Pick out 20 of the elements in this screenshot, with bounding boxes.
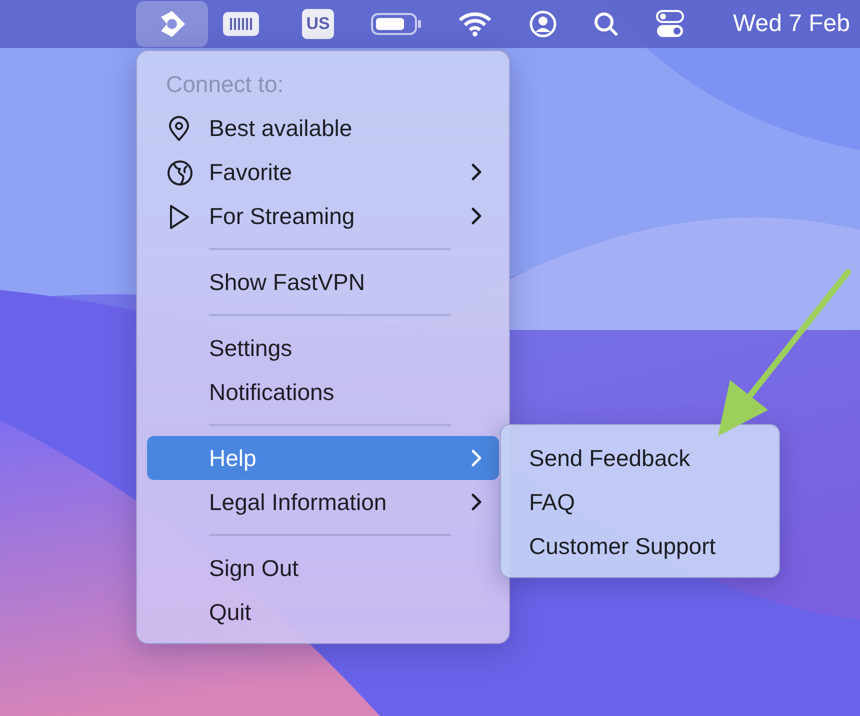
menu-item[interactable]: Quit <box>147 590 499 634</box>
globe-icon <box>167 160 193 186</box>
menu-header: Connect to: <box>165 70 285 98</box>
play-icon <box>167 204 191 230</box>
clock[interactable]: Wed 7 Feb <box>733 10 850 38</box>
menu-item[interactable]: Show FastVPN <box>147 260 499 304</box>
submenu-item[interactable]: FAQ <box>511 480 769 524</box>
menu-item[interactable]: Settings <box>147 326 499 370</box>
submenu-item[interactable]: Send Feedback <box>511 436 769 480</box>
menu-item[interactable]: Legal Information <box>147 480 499 524</box>
menu-item[interactable]: For Streaming <box>147 194 499 238</box>
input-source-button[interactable]: US <box>274 1 362 47</box>
location-pin-icon <box>167 116 191 142</box>
menu-item[interactable]: Best available <box>147 106 499 150</box>
submenu-item[interactable]: Customer Support <box>511 524 769 568</box>
menu-item[interactable]: Favorite <box>147 150 499 194</box>
menu-item[interactable]: Help <box>147 436 499 480</box>
menu-item[interactable]: Sign Out <box>147 546 499 590</box>
app-icon[interactable] <box>136 1 208 47</box>
menu-item[interactable]: Notifications <box>147 370 499 414</box>
